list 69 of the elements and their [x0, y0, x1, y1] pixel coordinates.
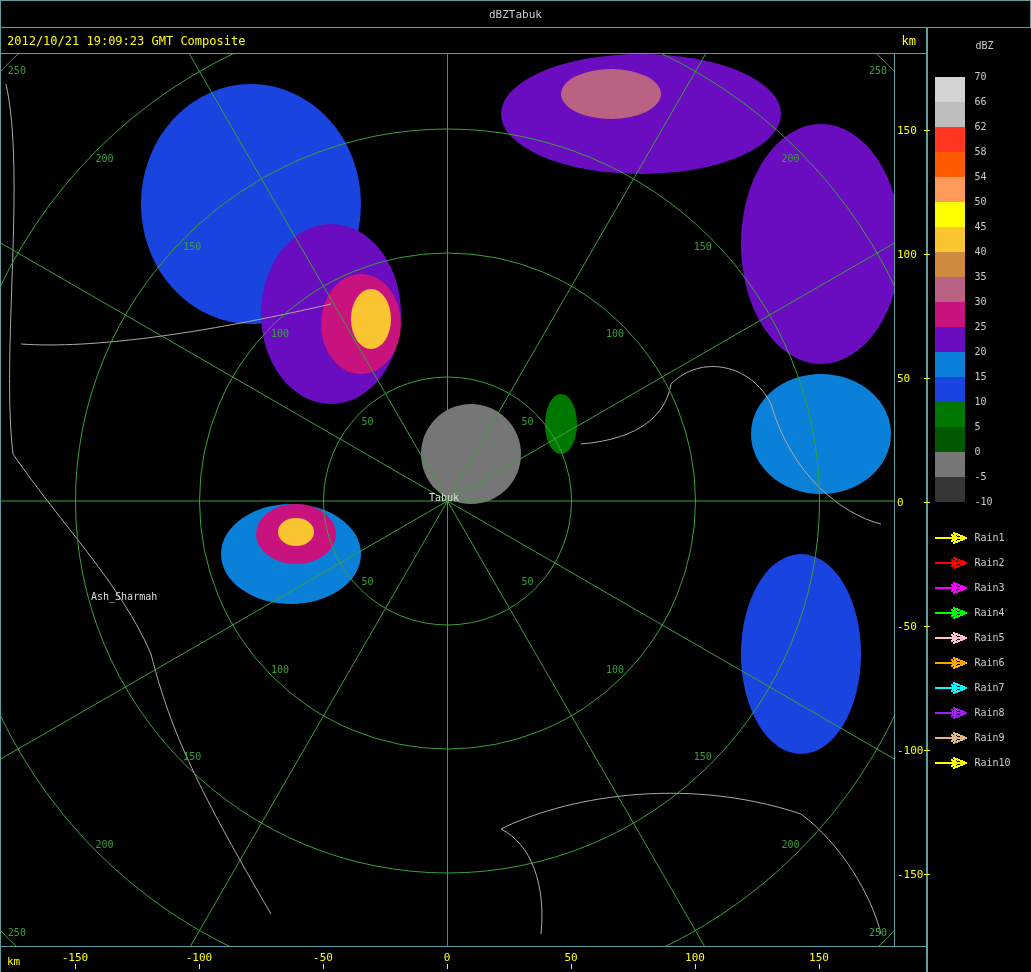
scale-value: -10 [974, 496, 993, 509]
axis-tick-label: 100 [897, 247, 917, 261]
scale-value: 40 [974, 246, 988, 259]
axis-tick-label: -150 [897, 867, 924, 881]
place-label: Ash_Sharmah [91, 591, 158, 602]
scale-value: -5 [974, 471, 988, 484]
range-ring-label: 50 [521, 575, 534, 587]
axis-tick-label: 150 [809, 951, 829, 964]
track-label: Rain10 [974, 757, 1011, 768]
range-ring-label: 50 [521, 416, 534, 428]
axis-tick-label: 0 [443, 951, 451, 964]
unit-label: km [7, 955, 21, 968]
axis-tick-label: 100 [685, 951, 705, 964]
range-ring-label: 150 [693, 751, 712, 763]
scale-value: 10 [974, 396, 988, 409]
track-label: Rain8 [974, 707, 1005, 718]
track-label: Rain6 [974, 657, 1005, 668]
scale-value: 45 [974, 221, 988, 234]
track-label: Rain1 [974, 532, 1005, 543]
axis-tick-label: 0 [897, 495, 904, 509]
scale-value: 50 [974, 196, 988, 209]
scale-value: 5 [974, 421, 982, 434]
scale-value: 25 [974, 321, 988, 334]
scale-value: 0 [974, 446, 982, 459]
scale-value: 30 [974, 296, 988, 309]
scale-value: 62 [974, 121, 988, 134]
scale-value: 15 [974, 371, 988, 384]
track-label: Rain7 [974, 682, 1005, 693]
range-ring-label: 100 [606, 663, 625, 675]
axis-tick-label: -50 [897, 619, 917, 633]
range-ring-label: 200 [781, 838, 800, 850]
range-ring-label: 50 [361, 575, 374, 587]
range-ring-label: 200 [95, 153, 114, 165]
range-ring-label: 250 [7, 926, 26, 938]
window-title: dBZTabuk [489, 7, 542, 21]
range-ring-label: 100 [606, 328, 625, 340]
scale-value: 70 [974, 71, 988, 84]
unit-label: km [901, 33, 916, 48]
track-label: Rain2 [974, 557, 1005, 568]
axis-tick-label: 50 [564, 951, 578, 964]
range-ring-label: 100 [270, 663, 289, 675]
track-label: Rain3 [974, 582, 1005, 593]
track-label: Rain5 [974, 632, 1005, 643]
range-ring-label: 200 [781, 153, 800, 165]
range-ring-label: 150 [183, 240, 202, 252]
scale-value: 35 [974, 271, 988, 284]
timestamp: 2012/10/21 19:09:23 GMT Composite [7, 33, 246, 48]
range-ring-label: 50 [361, 416, 374, 428]
axis-tick-label: 50 [897, 371, 911, 385]
scale-value: 54 [974, 171, 988, 184]
track-label: Rain4 [974, 607, 1005, 618]
track-label: Rain9 [974, 732, 1005, 743]
range-ring-label: 150 [693, 240, 712, 252]
scale-value: 66 [974, 96, 988, 109]
place-label: Tabuk [429, 492, 460, 503]
axis-tick-label: -100 [897, 743, 924, 757]
axis-tick-label: -50 [313, 951, 333, 964]
axis-tick-label: 150 [897, 123, 917, 137]
range-ring-label: 200 [95, 838, 114, 850]
range-ring-label: 250 [7, 65, 26, 77]
range-ring-label: 150 [183, 751, 202, 763]
scale-value: 20 [974, 346, 988, 359]
scale-value: 58 [974, 146, 988, 159]
axis-tick-label: -100 [185, 951, 213, 964]
legend-title: dBZ [975, 40, 994, 51]
range-ring-label: 250 [869, 926, 888, 938]
range-ring-label: 250 [869, 65, 888, 77]
axis-tick-label: -150 [61, 951, 89, 964]
range-ring-label: 100 [270, 328, 289, 340]
